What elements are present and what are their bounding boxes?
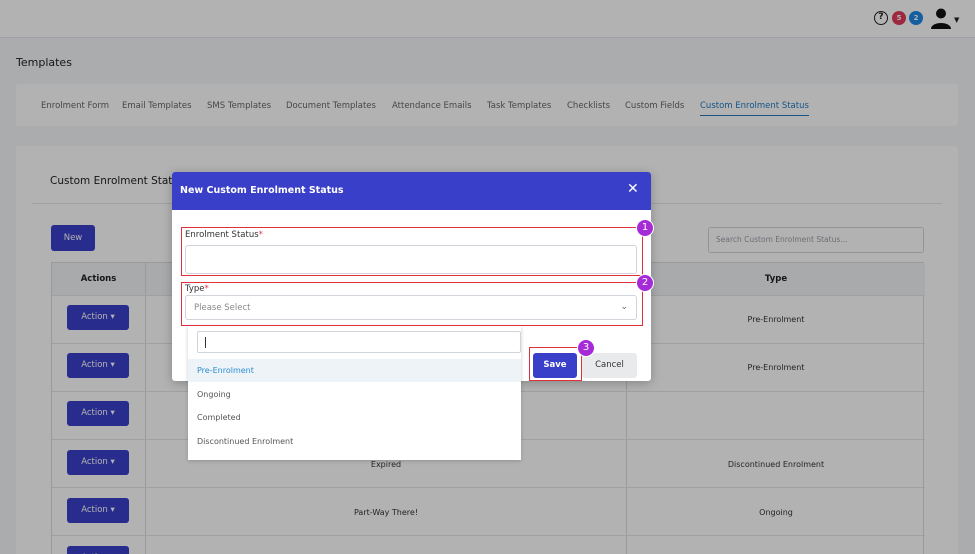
cancel-button[interactable]: Cancel <box>582 353 637 378</box>
dropdown-option[interactable]: Ongoing <box>188 383 521 406</box>
type-dropdown: Pre-Enrolment Ongoing Completed Disconti… <box>188 326 521 460</box>
annotation-highlight-save <box>529 347 582 381</box>
modal-header: New Custom Enrolment Status ✕ <box>172 172 651 210</box>
modal-title: New Custom Enrolment Status <box>180 185 344 196</box>
dropdown-option[interactable]: Discontinued Enrolment <box>188 430 521 453</box>
annotation-highlight-type <box>181 282 643 326</box>
text-cursor <box>205 337 206 348</box>
annotation-marker-1: 1 <box>636 219 654 237</box>
close-icon[interactable]: ✕ <box>627 181 639 197</box>
annotation-marker-3: 3 <box>577 339 595 357</box>
dropdown-search-input[interactable] <box>197 331 521 353</box>
annotation-highlight-status <box>181 227 643 276</box>
dropdown-option[interactable]: Completed <box>188 406 521 429</box>
annotation-marker-2: 2 <box>636 274 654 292</box>
dropdown-option[interactable]: Pre-Enrolment <box>188 359 521 382</box>
